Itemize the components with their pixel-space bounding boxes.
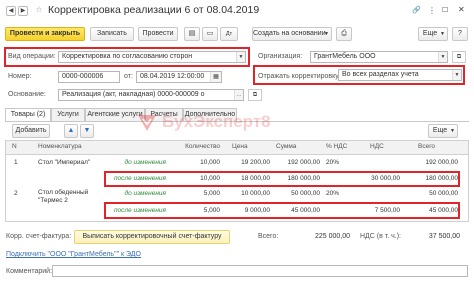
tab-services[interactable]: Услуги — [51, 108, 85, 121]
col-n: N — [12, 143, 17, 150]
col-sum: Сумма — [276, 143, 297, 150]
create-based-label: Создать на основании — [253, 30, 326, 37]
table-more-button[interactable]: Еще ▼ — [428, 124, 458, 138]
total-value: 225 000,00 — [314, 233, 350, 240]
chevron-down-icon: ▼ — [440, 31, 445, 37]
number-label: Номер: — [8, 73, 32, 80]
row-total: 50 000,00 — [429, 190, 458, 197]
col-qty: Количество — [185, 143, 220, 150]
row-qty: 5,000 — [203, 190, 220, 197]
col-total: Всего — [418, 143, 436, 150]
tab-goods[interactable]: Товары (2) — [5, 108, 51, 122]
add-button[interactable]: Добавить — [12, 124, 50, 138]
col-price: Цена — [232, 143, 248, 150]
row-price: 10 000,00 — [241, 190, 270, 197]
basis-label: Основание: — [8, 91, 46, 98]
favorite-star-icon[interactable]: ☆ — [34, 5, 44, 15]
date-field[interactable]: 08.04.2019 12:00:00 ▦ — [136, 71, 222, 83]
select-dots-icon: … — [234, 90, 243, 100]
operation-highlight — [4, 47, 250, 67]
org-label: Организация: — [258, 53, 303, 60]
vat-total-label: НДС (в т. ч.): — [360, 233, 401, 240]
row-sum: 50 000,00 — [291, 190, 320, 197]
nav-forward-icon[interactable]: ▶ — [18, 6, 28, 16]
print-icon[interactable]: ▤ — [184, 27, 200, 41]
nav-back-icon[interactable]: ◀ — [6, 6, 16, 16]
row-number: 2 — [14, 190, 18, 197]
title-bar: ◀ ▶ ☆ Корректировка реализации 6 от 08.0… — [0, 0, 474, 22]
close-icon[interactable]: ✕ — [458, 5, 465, 15]
calendar-icon: ▦ — [210, 72, 221, 82]
more-button[interactable]: Еще ▼ — [418, 27, 448, 41]
more-label: Еще — [422, 30, 438, 37]
col-vat: НДС — [370, 143, 384, 150]
row-total: 192 000,00 — [425, 159, 458, 166]
save-button[interactable]: Записать — [90, 27, 134, 41]
window-title: Корректировка реализации 6 от 08.04.2019 — [48, 4, 260, 16]
row-name: Стол "Империал" — [38, 159, 91, 166]
move-down-icon[interactable]: ▼ — [80, 124, 94, 138]
reflect-highlight — [253, 65, 465, 85]
basis-value: Реализация (акт, накладная) 0000-000009 … — [62, 91, 205, 98]
row-number: 1 — [14, 159, 18, 166]
watermark-text: БухЭксперт8 — [162, 112, 271, 131]
org-field[interactable]: ГрантМебель ООО ▼ — [310, 51, 448, 63]
help-icon[interactable]: ? — [452, 27, 468, 41]
printer-icon[interactable]: ⎙ — [336, 27, 352, 41]
move-up-icon[interactable]: ▲ — [64, 124, 78, 138]
col-vat-rate: % НДС — [326, 143, 348, 150]
row-state: до изменения — [124, 159, 166, 166]
basis-field[interactable]: Реализация (акт, накладная) 0000-000009 … — [58, 89, 244, 101]
row-state: до изменения — [124, 190, 166, 197]
col-name: Номенклатура — [38, 143, 82, 150]
number-field[interactable]: 0000-000006 — [58, 71, 120, 83]
document-icon[interactable]: ▭ — [202, 27, 218, 41]
row-qty: 10,000 — [200, 159, 220, 166]
watermark-logo-icon — [136, 113, 158, 133]
dropdown-arrow-icon: ▼ — [438, 52, 447, 62]
comment-label: Комментарий: — [6, 268, 53, 275]
comment-input[interactable] — [52, 265, 468, 277]
chevron-down-icon: ▼ — [324, 31, 329, 37]
post-button[interactable]: Провести — [138, 27, 178, 41]
total-label: Всего: — [258, 233, 279, 240]
row-sum: 192 000,00 — [287, 159, 320, 166]
open-icon[interactable]: ⧉ — [248, 89, 262, 101]
row-after-highlight — [104, 171, 460, 187]
issue-invoice-button[interactable]: Выписать корректировочный счет-фактуру — [74, 230, 230, 244]
row-after-highlight — [104, 202, 460, 219]
edo-link[interactable]: Подключить "ООО "ГрантМебель"" к ЭДО — [6, 250, 141, 260]
date-separator: от: — [124, 73, 133, 80]
row-price: 19 200,00 — [241, 159, 270, 166]
maximize-icon[interactable]: ☐ — [442, 6, 448, 16]
table-more-label: Еще — [432, 127, 448, 134]
org-value: ГрантМебель ООО — [314, 53, 376, 60]
menu-dots-icon[interactable]: ⋮ — [428, 6, 436, 16]
vat-total-value: 37 500,00 — [428, 233, 460, 240]
row-vat-rate: 20% — [326, 159, 340, 166]
invoice-label: Корр. счет-фактура: — [6, 233, 72, 240]
open-icon[interactable]: ⧉ — [452, 51, 466, 63]
dt-kt-icon[interactable]: Дт — [220, 27, 238, 41]
row-vat-rate: 20% — [326, 190, 340, 197]
date-value: 08.04.2019 12:00:00 — [140, 73, 205, 80]
post-and-close-button[interactable]: Провести и закрыть — [5, 27, 85, 41]
link-icon[interactable]: 🔗 — [412, 6, 421, 16]
create-based-button[interactable]: Создать на основании ▼ — [252, 27, 332, 41]
chevron-down-icon: ▼ — [450, 128, 455, 134]
